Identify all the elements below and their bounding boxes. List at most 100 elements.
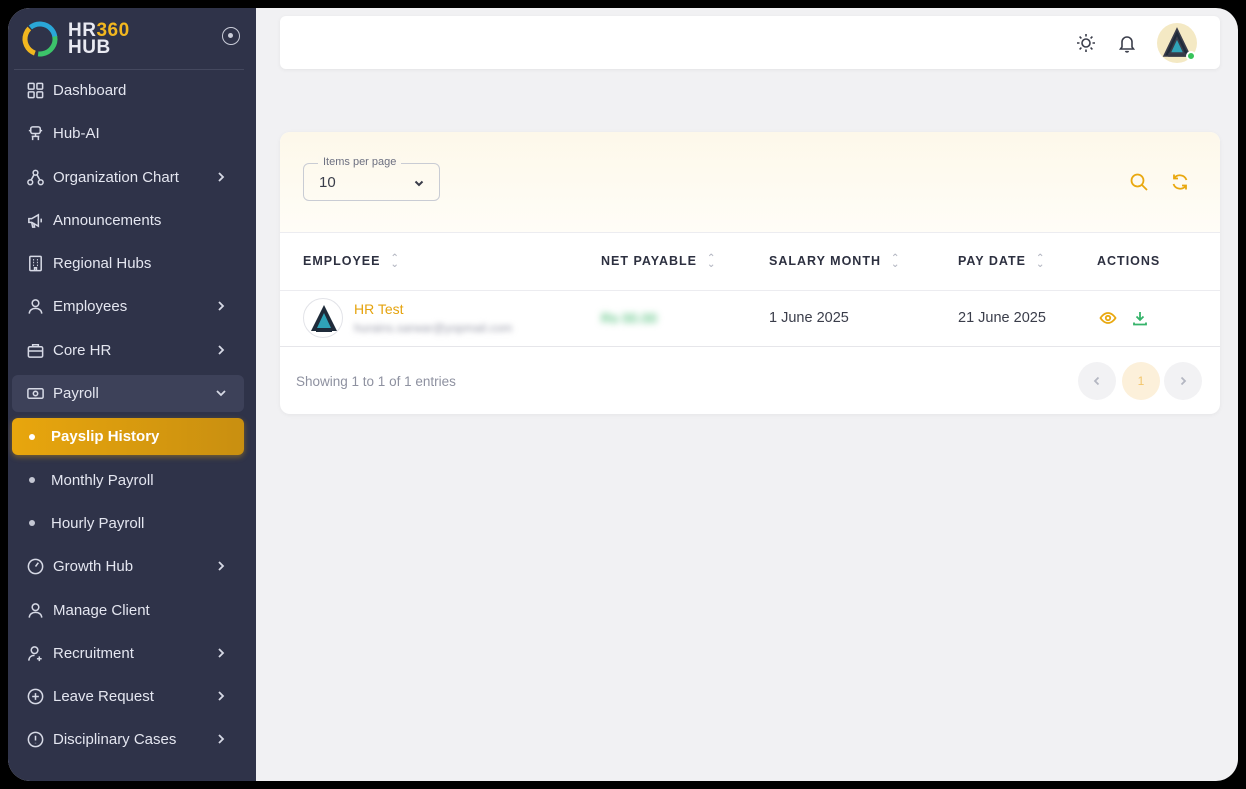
sidebar-item-employees[interactable]: Employees bbox=[12, 288, 244, 325]
column-header-pay-date[interactable]: PAY DATE ⌃ ⌄ bbox=[958, 233, 1097, 291]
table-row: HR Test hurains.sarwar@yopmail.com Rs 00… bbox=[280, 290, 1220, 347]
payslip-history-card: Items per page 10 EMPLOYEE ⌃ ⌄ NET PAYABLE… bbox=[280, 132, 1220, 414]
table-footer: Showing 1 to 1 of 1 entries 1 bbox=[280, 347, 1220, 415]
refresh-icon[interactable] bbox=[1170, 172, 1190, 192]
bullet-icon bbox=[29, 433, 35, 440]
sidebar-item-payroll[interactable]: Payroll bbox=[12, 375, 244, 413]
sidebar-item-regional-hubs[interactable]: Regional Hubs bbox=[12, 245, 244, 282]
sidebar-item-label: Manage Client bbox=[53, 601, 150, 619]
user-plus-icon bbox=[25, 643, 45, 663]
employee-email: hurains.sarwar@yopmail.com bbox=[354, 321, 513, 335]
sidebar-nav: Dashboard Hub-AI Organization Chart Anno… bbox=[8, 72, 256, 765]
dashboard-icon bbox=[25, 81, 45, 101]
sort-icon: ⌃ ⌄ bbox=[1035, 252, 1046, 270]
payslip-table: EMPLOYEE ⌃ ⌄ NET PAYABLE ⌃ ⌄ SALARY MONTH ⌃ ⌄ … bbox=[280, 233, 1220, 347]
bullet-icon bbox=[29, 477, 35, 484]
brand-name: HR360 HUB bbox=[68, 19, 130, 58]
items-per-page-label: Items per page bbox=[318, 156, 402, 168]
search-icon[interactable] bbox=[1129, 172, 1149, 192]
table-header-row: EMPLOYEE ⌃ ⌄ NET PAYABLE ⌃ ⌄ SALARY MONTH ⌃ ⌄ … bbox=[280, 233, 1220, 291]
brand: HR360 HUB bbox=[14, 8, 244, 70]
column-header-salary-month[interactable]: SALARY MONTH ⌃ ⌄ bbox=[769, 233, 958, 291]
user-icon bbox=[25, 600, 45, 620]
megaphone-icon bbox=[25, 210, 45, 230]
sidebar-subitem-payslip-history[interactable]: Payslip History bbox=[12, 418, 244, 456]
theme-toggle-sun-icon[interactable] bbox=[1075, 32, 1097, 54]
employee-name-link[interactable]: HR Test bbox=[354, 301, 512, 317]
sidebar-item-core-hr[interactable]: Core HR bbox=[12, 332, 244, 369]
download-icon[interactable] bbox=[1131, 309, 1149, 327]
chevron-right-icon bbox=[214, 343, 228, 357]
sidebar-item-dashboard[interactable]: Dashboard bbox=[12, 72, 244, 109]
org-chart-icon bbox=[25, 167, 45, 187]
sort-icon: ⌃ ⌄ bbox=[891, 252, 901, 270]
user-avatar[interactable] bbox=[1157, 23, 1197, 63]
column-header-label: EMPLOYEE bbox=[303, 254, 381, 269]
sidebar-item-hub-ai[interactable]: Hub-AI bbox=[12, 115, 244, 152]
net-payable-cell: Rs 00.00 bbox=[601, 290, 769, 347]
sidebar-item-label: Payroll bbox=[53, 385, 99, 403]
sidebar-item-label: Core HR bbox=[53, 341, 112, 359]
sidebar-item-label: Disciplinary Cases bbox=[53, 731, 177, 749]
chevron-right-icon bbox=[214, 646, 228, 660]
sidebar-item-label: Employees bbox=[53, 298, 128, 316]
column-header-label: SALARY MONTH bbox=[769, 254, 881, 269]
view-eye-icon[interactable] bbox=[1099, 309, 1117, 327]
bullet-icon bbox=[29, 520, 35, 527]
sidebar-item-label: Hub-AI bbox=[53, 125, 100, 143]
chevron-right-icon bbox=[214, 170, 228, 184]
sidebar-item-recruitment[interactable]: Recruitment bbox=[12, 635, 244, 672]
salary-month-cell: 1 June 2025 bbox=[769, 290, 958, 347]
sidebar-item-announcements[interactable]: Announcements bbox=[12, 202, 244, 239]
entries-info: Showing 1 to 1 of 1 entries bbox=[296, 373, 456, 389]
items-per-page-value: 10 bbox=[319, 174, 336, 191]
sidebar-item-label: Regional Hubs bbox=[53, 255, 152, 273]
items-per-page-select[interactable]: Items per page 10 bbox=[303, 156, 440, 201]
sidebar-item-leave-request[interactable]: Leave Request bbox=[12, 678, 244, 715]
alert-circle-icon bbox=[25, 730, 45, 750]
pagination-next-button[interactable] bbox=[1164, 361, 1202, 400]
briefcase-icon bbox=[25, 340, 45, 360]
sidebar-item-label: Leave Request bbox=[53, 688, 154, 706]
employee-cell: HR Test hurains.sarwar@yopmail.com bbox=[280, 290, 601, 347]
chevron-down-icon bbox=[413, 176, 425, 188]
sidebar-item-organization-chart[interactable]: Organization Chart bbox=[12, 159, 244, 196]
chevron-down-icon bbox=[214, 386, 228, 400]
online-status-indicator bbox=[1186, 51, 1196, 61]
column-header-net-payable[interactable]: NET PAYABLE ⌃ ⌄ bbox=[601, 233, 769, 291]
chevron-right-icon bbox=[214, 559, 228, 573]
robot-icon bbox=[25, 124, 45, 144]
column-header-label: NET PAYABLE bbox=[601, 254, 697, 269]
notification-bell-icon[interactable] bbox=[1116, 32, 1138, 54]
sidebar-subitem-label: Hourly Payroll bbox=[51, 514, 145, 532]
sidebar-subitem-monthly-payroll[interactable]: Monthly Payroll bbox=[12, 462, 244, 499]
sidebar-item-label: Growth Hub bbox=[53, 558, 134, 576]
pagination-prev-button[interactable] bbox=[1078, 361, 1116, 400]
plus-circle-icon bbox=[25, 687, 45, 707]
chevron-right-icon bbox=[1180, 376, 1187, 385]
sidebar-item-manage-client[interactable]: Manage Client bbox=[12, 592, 244, 629]
pagination-page-button[interactable]: 1 bbox=[1122, 361, 1160, 400]
column-header-label: ACTIONS bbox=[1097, 254, 1161, 269]
chevron-right-icon bbox=[214, 689, 228, 703]
sidebar-item-disciplinary-cases[interactable]: Disciplinary Cases bbox=[12, 721, 244, 758]
gauge-icon bbox=[25, 557, 45, 577]
sidebar-item-growth-hub[interactable]: Growth Hub bbox=[12, 548, 244, 585]
card-toolbar: Items per page 10 bbox=[280, 132, 1220, 233]
sidebar-subitem-label: Payslip History bbox=[51, 428, 160, 446]
sidebar-item-label: Announcements bbox=[53, 211, 162, 229]
sidebar-subitem-label: Monthly Payroll bbox=[51, 471, 154, 489]
chevron-left-icon bbox=[1093, 376, 1100, 385]
sidebar-item-label: Dashboard bbox=[53, 82, 127, 99]
chevron-right-icon bbox=[214, 732, 228, 746]
sidebar-subitem-hourly-payroll[interactable]: Hourly Payroll bbox=[12, 505, 244, 542]
sidebar-collapse-toggle[interactable] bbox=[222, 27, 240, 45]
employee-logo-icon bbox=[311, 305, 337, 332]
sidebar-item-label: Organization Chart bbox=[53, 168, 179, 186]
sort-icon: ⌃ ⌄ bbox=[706, 252, 717, 270]
sidebar: HR360 HUB Dashboard Hub-AI Organization … bbox=[8, 8, 256, 781]
sort-icon: ⌃ ⌄ bbox=[390, 252, 400, 270]
net-payable-value: Rs 00.00 bbox=[601, 309, 658, 326]
column-header-employee[interactable]: EMPLOYEE ⌃ ⌄ bbox=[280, 233, 601, 291]
employee-avatar bbox=[303, 298, 343, 338]
